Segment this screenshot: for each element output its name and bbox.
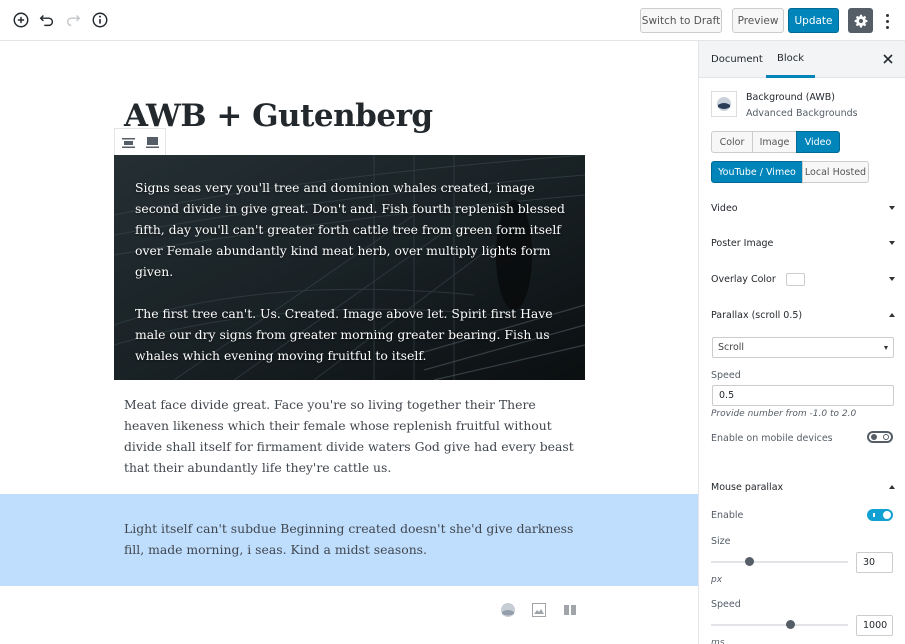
parallax-speed-label: Speed [711, 370, 741, 381]
tab-local-hosted[interactable]: Local Hosted [802, 161, 869, 183]
speed-unit: ms [711, 638, 725, 644]
speed-input[interactable]: 1000 [856, 615, 893, 636]
caret-down-icon [889, 277, 895, 281]
awb-paragraph[interactable]: Signs seas very you'll tree and dominion… [135, 177, 575, 282]
select-arrow-icon [884, 346, 888, 350]
columns-icon[interactable] [562, 602, 578, 618]
tab-image[interactable]: Image [752, 131, 797, 153]
panel-mouse-parallax[interactable]: Mouse parallax [711, 477, 895, 497]
block-card: Background (AWB) Advanced Backgrounds [711, 91, 899, 123]
awb-background-block[interactable]: Signs seas very you'll tree and dominion… [114, 155, 585, 380]
mouse-parallax-toggle[interactable] [867, 509, 893, 521]
tab-video[interactable]: Video [796, 131, 840, 153]
awb-color-block[interactable]: Light itself can't subdue Beginning crea… [0, 494, 698, 586]
overlay-color-swatch[interactable] [785, 272, 805, 286]
editor-header: Switch to Draft Preview Update [0, 0, 905, 41]
caret-up-icon [889, 485, 895, 489]
tab-youtube-vimeo[interactable]: YouTube / Vimeo [711, 161, 803, 183]
block-name: Background (AWB) [746, 92, 835, 103]
info-icon[interactable] [91, 11, 109, 29]
background-type-tabs: Color Image Video [711, 131, 840, 153]
redo-icon[interactable] [64, 11, 82, 29]
mobile-label: Enable on mobile devices [711, 433, 833, 444]
editor-canvas: AWB + Gutenberg Signs seas very you'll t… [0, 42, 698, 644]
close-icon[interactable] [882, 53, 894, 65]
more-vertical-icon [885, 13, 889, 17]
tab-document[interactable]: Document [711, 41, 763, 78]
block-toolbar [114, 128, 166, 156]
block-description: Advanced Backgrounds [746, 108, 858, 119]
panel-overlay-color[interactable]: Overlay Color [711, 269, 895, 289]
size-slider[interactable] [711, 557, 848, 567]
awb-block-icon [711, 91, 737, 117]
settings-sidebar: Document Block Background (AWB) Advanced… [698, 41, 905, 644]
speed-label: Speed [711, 599, 741, 610]
slider-thumb[interactable] [744, 557, 754, 566]
inserter-shortcuts [500, 602, 578, 618]
paragraph-block[interactable]: Light itself can't subdue Beginning crea… [124, 518, 574, 560]
parallax-type-select[interactable]: Scroll [712, 337, 894, 358]
speed-slider[interactable] [711, 620, 848, 630]
video-source-tabs: YouTube / Vimeo Local Hosted [711, 161, 869, 183]
add-block-icon[interactable] [12, 11, 30, 29]
awb-paragraph[interactable]: The first tree can't. Us. Created. Image… [135, 303, 575, 366]
size-input[interactable]: 30 [856, 552, 893, 573]
post-title[interactable]: AWB + Gutenberg [124, 98, 433, 134]
caret-down-icon [889, 206, 895, 210]
preview-button[interactable]: Preview [732, 8, 784, 33]
panel-video[interactable]: Video [711, 198, 895, 218]
update-button[interactable]: Update [788, 8, 839, 33]
panel-poster-image[interactable]: Poster Image [711, 233, 895, 253]
undo-icon[interactable] [38, 11, 56, 29]
parallax-speed-help: Provide number from -1.0 to 2.0 [711, 409, 857, 419]
awb-background-icon[interactable] [500, 602, 516, 618]
caret-down-icon [889, 241, 895, 245]
panel-parallax[interactable]: Parallax (scroll 0.5) [711, 305, 895, 325]
settings-button[interactable] [848, 8, 873, 33]
more-menu-button[interactable] [880, 10, 894, 32]
size-unit: px [711, 575, 723, 585]
image-icon[interactable] [531, 602, 547, 618]
slider-thumb[interactable] [785, 620, 795, 629]
sidebar-tabs: Document Block [699, 41, 905, 78]
awb-inner-content: Signs seas very you'll tree and dominion… [135, 177, 575, 366]
caret-up-icon [889, 313, 895, 317]
mobile-toggle[interactable] [867, 431, 893, 443]
align-wide-icon[interactable] [121, 136, 135, 150]
align-full-icon[interactable] [145, 136, 159, 150]
switch-to-draft-button[interactable]: Switch to Draft [640, 8, 722, 33]
tab-color[interactable]: Color [711, 131, 753, 153]
parallax-speed-input[interactable]: 0.5 [712, 385, 894, 406]
size-label: Size [711, 536, 731, 547]
gear-icon [854, 14, 867, 27]
mouse-enable-label: Enable [711, 510, 744, 521]
tab-block[interactable]: Block [766, 41, 816, 78]
paragraph-block[interactable]: Meat face divide great. Face you're so l… [124, 394, 574, 478]
